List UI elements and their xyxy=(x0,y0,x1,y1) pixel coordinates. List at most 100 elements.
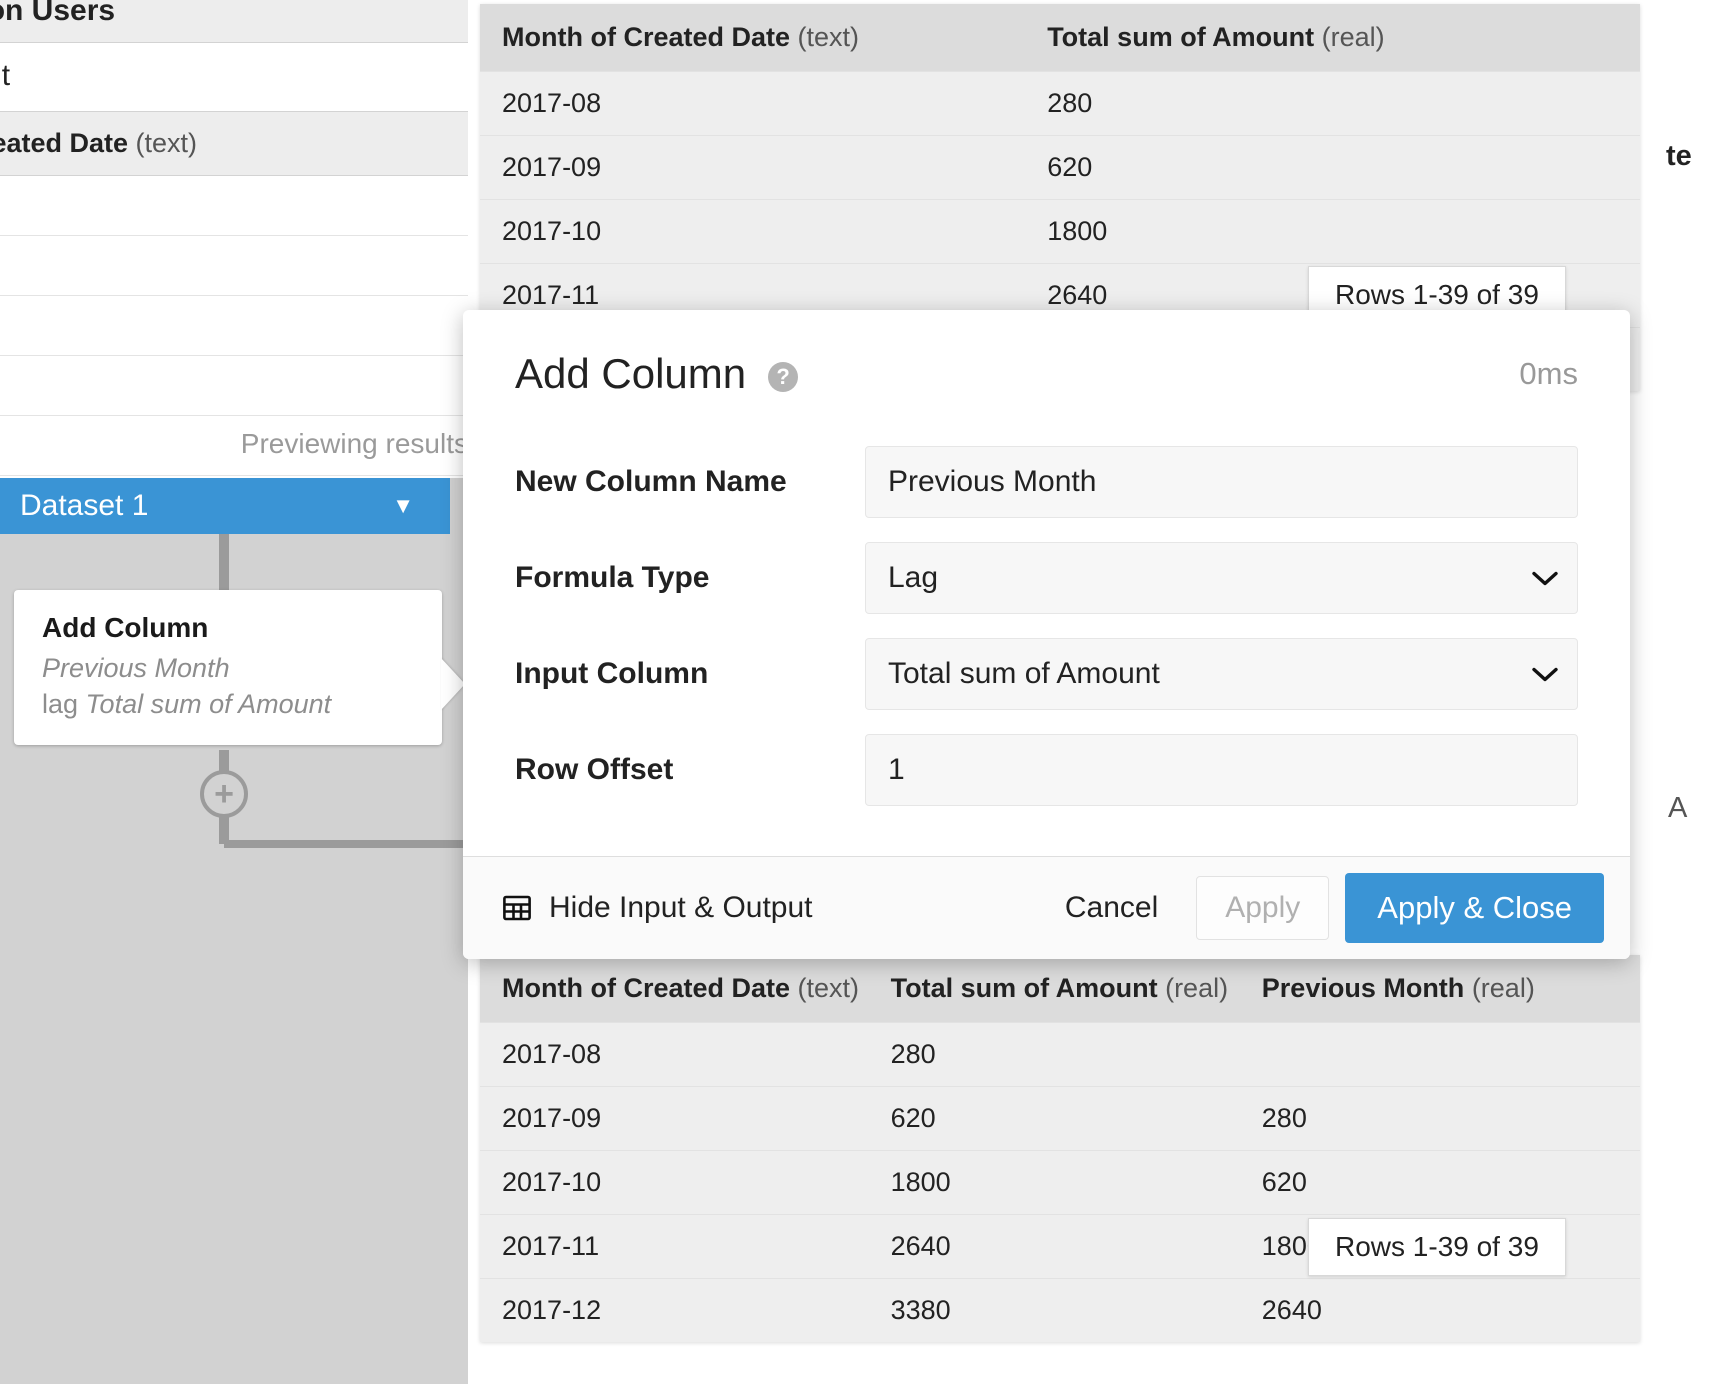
dialog-title: Add Column xyxy=(515,350,747,397)
flow-node-op: lag xyxy=(42,689,86,720)
column-header-total[interactable]: Total sum of Amount (real) xyxy=(868,955,1240,1023)
right-clipped-label: te xyxy=(1666,140,1692,172)
flow-node-title: Add Column xyxy=(42,612,209,643)
flow-rail xyxy=(224,840,468,848)
row-offset-input[interactable] xyxy=(865,734,1578,806)
dataset-label: Dataset 1 xyxy=(20,489,149,522)
left-panel-subtitle: Table Output xyxy=(0,43,468,112)
cell-month: 2017-09 xyxy=(480,1086,869,1151)
new-column-name-input[interactable] xyxy=(865,446,1578,518)
table-header-row: Month of Created Date (text) Total sum o… xyxy=(480,955,1640,1023)
app-root: Organization Users Table Output Month of… xyxy=(0,0,1710,1384)
column-type: (real) xyxy=(1321,22,1385,52)
left-panel-row[interactable]: 2017-08 xyxy=(0,176,468,236)
hide-input-output-label: Hide Input & Output xyxy=(549,891,813,924)
dialog-header: Add Column ? 0ms xyxy=(515,350,1578,398)
cell-previous xyxy=(1239,1022,1640,1087)
column-name: Total sum of Amount xyxy=(890,973,1158,1003)
field-row-input-column: Input Column Total sum of Amount xyxy=(515,638,1578,710)
column-header-month[interactable]: Month of Created Date (text) xyxy=(480,4,1026,72)
cell-total: 1800 xyxy=(1025,199,1640,264)
table-row[interactable]: 2017-08 280 xyxy=(480,71,1640,136)
flow-node-subtitle-1: Previous Month xyxy=(42,653,230,683)
left-panel-row[interactable]: 2017-11 xyxy=(0,356,468,416)
output-preview-table: Month of Created Date (text) Total sum o… xyxy=(480,955,1640,1342)
cancel-button[interactable]: Cancel xyxy=(1039,877,1184,939)
flow-node-subtitle-2: lag Total sum of Amount xyxy=(42,686,442,722)
help-icon[interactable]: ? xyxy=(768,362,799,392)
table-row[interactable]: 2017-09 620 280 xyxy=(480,1086,1640,1151)
right-clipped-label-2: A xyxy=(1668,792,1688,824)
left-panel-title: Organization Users xyxy=(0,0,468,43)
flow-node-add-column[interactable]: Add Column Previous Month lag Total sum … xyxy=(14,590,442,745)
field-row-new-column-name: New Column Name xyxy=(515,446,1578,518)
label-input-column: Input Column xyxy=(515,657,709,690)
control-row-offset xyxy=(865,734,1578,806)
rows-count-badge-bottom: Rows 1-39 of 39 xyxy=(1308,1218,1566,1276)
hide-input-output-toggle[interactable]: Hide Input & Output xyxy=(503,891,813,925)
cell-month: 2017-11 xyxy=(480,1214,869,1279)
field-row-row-offset: Row Offset xyxy=(515,734,1578,806)
label-formula-type: Formula Type xyxy=(515,561,710,594)
left-panel-column-name: Month of Created Date xyxy=(0,128,129,158)
table-header-row: Month of Created Date (text) Total sum o… xyxy=(480,4,1640,72)
dialog-actions: Cancel Apply Apply & Close xyxy=(1039,873,1604,943)
right-clipped-panel xyxy=(1666,0,1710,1384)
column-type: (real) xyxy=(1165,973,1229,1003)
column-header-previous-month[interactable]: Previous Month (real) xyxy=(1239,955,1640,1023)
table-grid-icon xyxy=(503,894,531,922)
input-column-select[interactable]: Total sum of Amount xyxy=(865,638,1578,710)
control-input-column: Total sum of Amount xyxy=(865,638,1578,710)
label-row-offset: Row Offset xyxy=(515,753,674,786)
column-name: Month of Created Date xyxy=(502,973,791,1003)
chevron-down-icon[interactable]: ▼ xyxy=(392,495,414,517)
left-panel-row[interactable]: 2017-10 xyxy=(0,296,468,356)
cell-month: 2017-10 xyxy=(480,1150,869,1215)
apply-and-close-button[interactable]: Apply & Close xyxy=(1345,873,1604,943)
table-row[interactable]: 2017-10 1800 xyxy=(480,199,1640,264)
table-row[interactable]: 2017-12 3380 2640 xyxy=(480,1278,1640,1342)
cell-previous: 2640 xyxy=(1239,1278,1640,1342)
left-panel-column-type: (text) xyxy=(135,128,198,158)
column-header-total[interactable]: Total sum of Amount (real) xyxy=(1025,4,1640,72)
cell-total: 1800 xyxy=(868,1150,1240,1215)
add-column-dialog: Add Column ? 0ms New Column Name Formula… xyxy=(463,310,1630,959)
cell-month: 2017-08 xyxy=(480,71,1026,136)
table-row[interactable]: 2017-10 1800 620 xyxy=(480,1150,1640,1215)
formula-type-select[interactable]: Lag xyxy=(865,542,1578,614)
column-name: Month of Created Date xyxy=(502,22,791,52)
left-panel-row[interactable]: 2017-09 xyxy=(0,236,468,296)
left-panel-column-header: Month of Created Date (text) xyxy=(0,112,468,176)
column-type: (text) xyxy=(797,973,860,1003)
flow-canvas: Dataset 1 ▼ Add Column Previous Month la… xyxy=(0,478,468,1384)
execution-time-label: 0ms xyxy=(1519,356,1578,391)
column-header-month[interactable]: Month of Created Date (text) xyxy=(480,955,869,1023)
control-formula-type: Lag xyxy=(865,542,1578,614)
apply-button[interactable]: Apply xyxy=(1196,876,1330,940)
table-row[interactable]: 2017-09 620 xyxy=(480,135,1640,200)
dialog-body: Add Column ? 0ms New Column Name Formula… xyxy=(463,310,1630,856)
dialog-title-group: Add Column ? xyxy=(515,350,799,398)
table-row[interactable]: 2017-08 280 xyxy=(480,1022,1640,1087)
cell-previous: 620 xyxy=(1239,1150,1640,1215)
cell-total: 2640 xyxy=(868,1214,1240,1279)
cell-month: 2017-12 xyxy=(480,1278,869,1342)
previewing-status: Previewing results xyxy=(240,428,468,459)
cell-month: 2017-10 xyxy=(480,199,1026,264)
column-type: (text) xyxy=(797,22,860,52)
flow-node-pointer-icon xyxy=(441,658,465,710)
control-new-column-name xyxy=(865,446,1578,518)
dataset-header[interactable]: Dataset 1 ▼ xyxy=(0,478,450,534)
add-step-button[interactable]: + xyxy=(200,770,248,818)
table: Month of Created Date (text) Total sum o… xyxy=(480,955,1640,1342)
cell-total: 280 xyxy=(1025,71,1640,136)
column-name: Total sum of Amount xyxy=(1047,22,1315,52)
label-new-column-name: New Column Name xyxy=(515,465,787,498)
dialog-footer: Hide Input & Output Cancel Apply Apply &… xyxy=(463,856,1630,959)
cell-total: 620 xyxy=(1025,135,1640,200)
cell-total: 620 xyxy=(868,1086,1240,1151)
flow-node-op-column: Total sum of Amount xyxy=(85,689,332,720)
cell-month: 2017-08 xyxy=(480,1022,869,1087)
field-row-formula-type: Formula Type Lag xyxy=(515,542,1578,614)
cell-month: 2017-09 xyxy=(480,135,1026,200)
